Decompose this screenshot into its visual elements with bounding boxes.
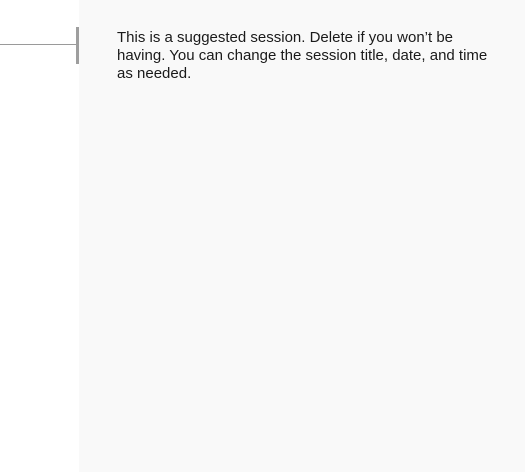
session-marker [76, 27, 79, 64]
timeline-connector-line [0, 44, 77, 45]
suggested-session-note: This is a suggested session. Delete if y… [117, 29, 488, 82]
